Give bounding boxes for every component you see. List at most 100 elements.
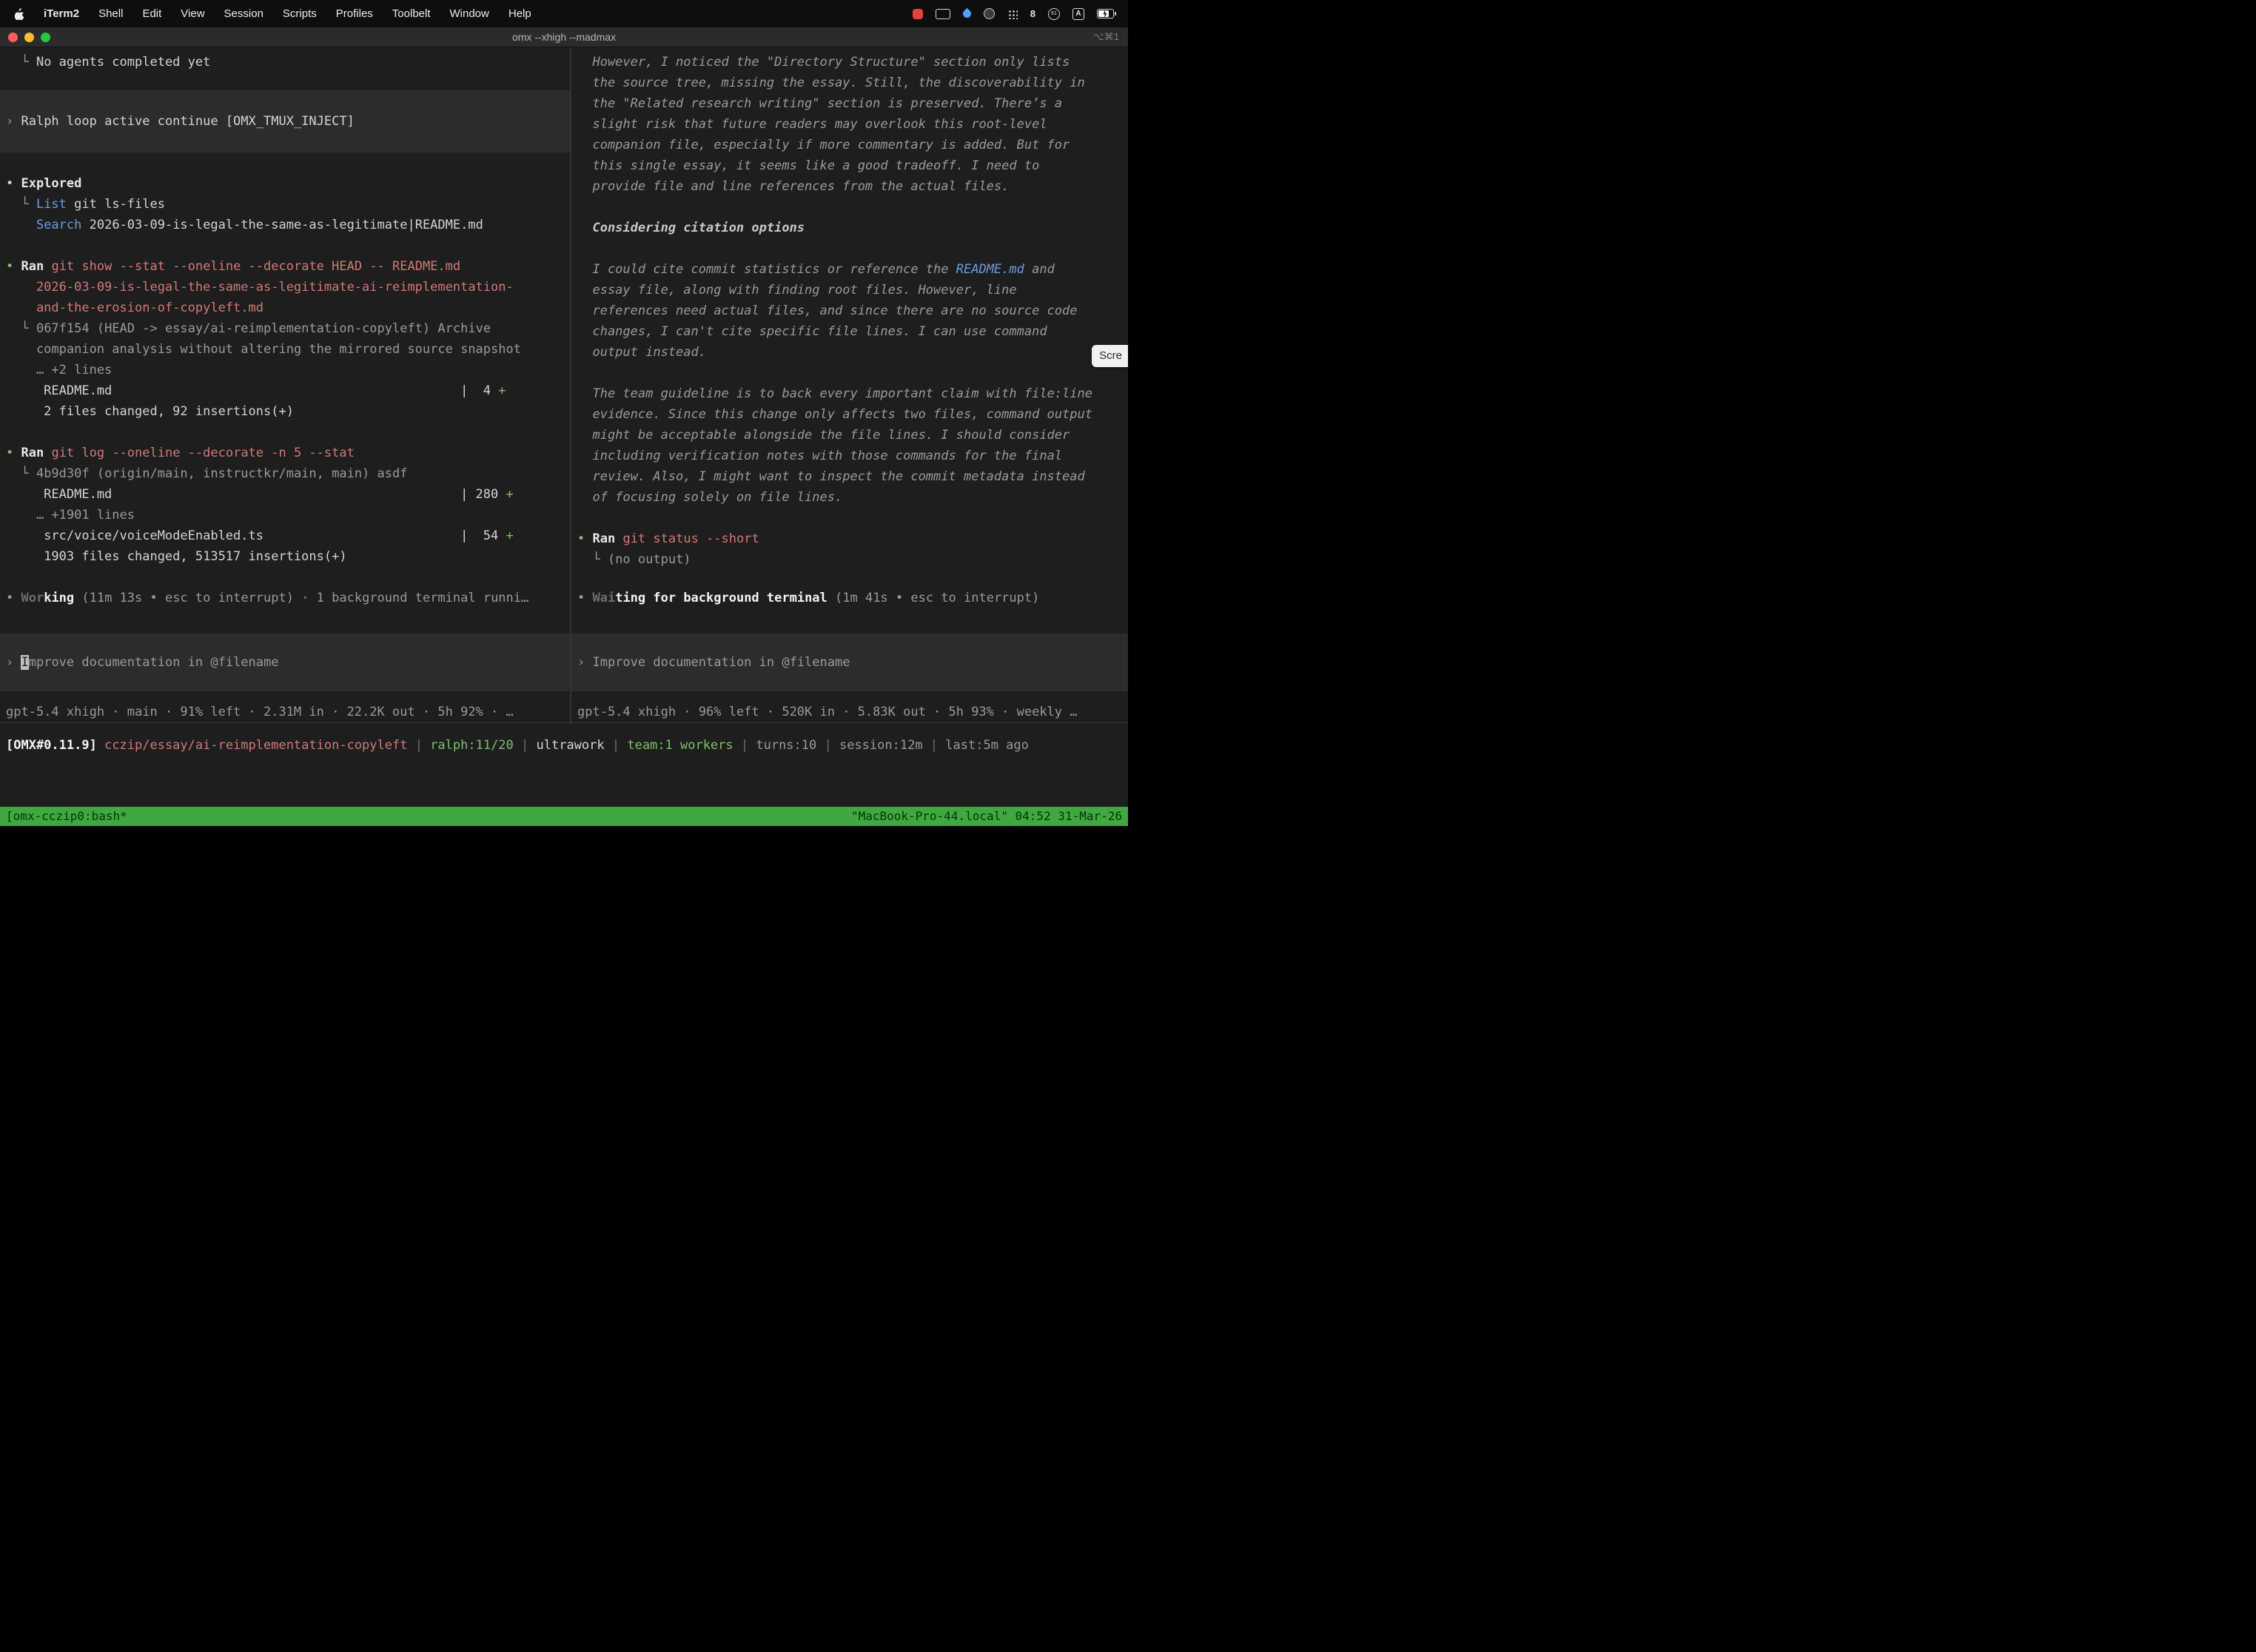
- menu-app-name[interactable]: iTerm2: [44, 7, 79, 20]
- text-span: git ls-files: [67, 197, 165, 212]
- eight-app-icon[interactable]: 8: [1030, 8, 1035, 19]
- drop-glyph: [961, 8, 973, 20]
- apple-menu[interactable]: [15, 8, 24, 20]
- terminal-line: Considering citation options: [577, 218, 1128, 238]
- text-span: |: [733, 738, 756, 753]
- menu-items: Shell Edit View Session Scripts Profiles Toolb…: [98, 7, 531, 20]
- text-span: king: [44, 591, 74, 605]
- text-span: +: [506, 528, 514, 543]
- menu-item-view[interactable]: View: [181, 7, 204, 20]
- menu-item-window[interactable]: Window: [450, 7, 489, 20]
- text-span: README.md: [956, 262, 1024, 277]
- text-span: [615, 531, 622, 546]
- terminal-line: references need actual files, and since …: [577, 300, 1128, 321]
- text-span: I could cite commit statistics or refere…: [577, 262, 956, 277]
- text-span: this single essay, it seems like a good …: [577, 158, 1039, 173]
- prompt-input[interactable]: › Improve documentation in @filename: [0, 634, 570, 691]
- spacer: [6, 152, 570, 173]
- screen-button[interactable]: Scre: [1092, 345, 1128, 367]
- input-source-icon[interactable]: A: [1072, 8, 1084, 20]
- text-span: Considering citation options: [577, 221, 805, 235]
- text-span: companion file, especially if more comme…: [577, 138, 1070, 152]
- menu-bar-status-icons: 8 61 A: [913, 8, 1128, 20]
- terminal-line: the "Related research writing" section i…: [577, 93, 1128, 114]
- text-span: └: [6, 321, 36, 336]
- keyboard-icon[interactable]: [936, 9, 950, 19]
- window-shortcut-badge: ⌥⌘1: [1093, 31, 1119, 43]
- text-span: … +1901 lines: [6, 508, 135, 523]
- menu-item-shell[interactable]: Shell: [98, 7, 123, 20]
- omx-status-line: [OMX#0.11.9] cczip/essay/ai-reimplementa…: [6, 735, 1128, 756]
- text-span: git status --short: [622, 531, 759, 546]
- terminal-line: review. Also, I might want to inspect th…: [577, 466, 1128, 487]
- text-span: |: [816, 738, 839, 753]
- menu-bar: iTerm2 Shell Edit View Session Scripts Profil…: [0, 0, 1128, 27]
- text-span: output instead.: [577, 345, 706, 360]
- menu-item-edit[interactable]: Edit: [142, 7, 161, 20]
- text-span: [44, 259, 51, 274]
- battery-icon[interactable]: [1097, 9, 1116, 19]
- text-span: README.md | 280: [6, 487, 506, 502]
- zoom-button[interactable]: [41, 33, 50, 42]
- text-span: (1m 41s • esc to interrupt): [827, 591, 1040, 605]
- menu-item-toolbelt[interactable]: Toolbelt: [392, 7, 431, 20]
- text-span: … +2 lines: [6, 363, 112, 377]
- terminal-line: changes, I can't cite specific file line…: [577, 321, 1128, 342]
- text-span: ultrawork: [537, 738, 605, 753]
- terminal-line: README.md | 280 +: [6, 484, 570, 505]
- screen-recording-indicator-icon[interactable]: [913, 9, 923, 19]
- terminal-line: └ List git ls-files: [6, 194, 570, 215]
- prompt-input[interactable]: › Improve documentation in @filename: [571, 634, 1128, 691]
- text-span: provide file and line references from th…: [577, 179, 1009, 194]
- terminal-line: … +1901 lines: [6, 505, 570, 526]
- terminal-line: this single essay, it seems like a good …: [577, 155, 1128, 176]
- text-span: gpt-5.4 xhigh · main · 91% left · 2.31M …: [6, 705, 514, 719]
- raindrop-app-icon[interactable]: [963, 10, 971, 18]
- ralph-loop-banner[interactable]: › Ralph loop active continue [OMX_TMUX_I…: [0, 90, 570, 152]
- terminal-line: of focusing solely on file lines.: [577, 487, 1128, 508]
- text-span: ralph:11/20: [430, 738, 514, 753]
- text-span: the source tree, missing the essay. Stil…: [577, 75, 1085, 90]
- text-span: +: [498, 383, 506, 398]
- text-span: └: [6, 55, 36, 70]
- terminal-line: README.md | 4 +: [6, 380, 570, 401]
- dots-glyph: [1007, 9, 1018, 19]
- menu-item-session[interactable]: Session: [224, 7, 263, 20]
- text-cursor: I: [21, 655, 28, 670]
- text-span: Ran: [592, 531, 615, 546]
- menu-item-scripts[interactable]: Scripts: [283, 7, 317, 20]
- battery-cap: [1115, 12, 1116, 16]
- spacer: [6, 73, 570, 90]
- terminal-line: evidence. Since this change only affects…: [577, 404, 1128, 425]
- close-button[interactable]: [8, 33, 18, 42]
- terminal-line: essay file, along with finding root file…: [577, 280, 1128, 300]
- text-span: gpt-5.4 xhigh · 96% left · 520K in · 5.8…: [577, 705, 1078, 719]
- minimize-button[interactable]: [24, 33, 34, 42]
- terminal-line: provide file and line references from th…: [577, 176, 1128, 197]
- text-span: Ran: [21, 446, 44, 460]
- window-title-bar: omx --xhigh --madmax ⌥⌘1: [0, 27, 1128, 47]
- spacer: [6, 608, 570, 634]
- text-span: changes, I can't cite specific file line…: [577, 324, 1047, 339]
- terminal-line: I could cite commit statistics or refere…: [577, 259, 1128, 280]
- terminal-line: • Ran git log --oneline --decorate -n 5 …: [6, 443, 570, 463]
- banner-line: › Ralph loop active continue [OMX_TMUX_I…: [6, 111, 355, 132]
- terminal-line: the source tree, missing the essay. Stil…: [577, 73, 1128, 93]
- text-span: •: [6, 591, 21, 605]
- text-span: The team guideline is to back every impo…: [577, 386, 1092, 401]
- text-span: ›: [577, 655, 592, 670]
- text-span: •: [6, 446, 21, 460]
- text-span: 4b9d30f (origin/main, instructkr/main, m…: [36, 466, 408, 481]
- app-grid-icon[interactable]: [1007, 9, 1018, 19]
- text-span: turns:10: [756, 738, 816, 753]
- terminal-line: src/voice/voiceModeEnabled.ts | 54 +: [6, 526, 570, 546]
- menu-item-help[interactable]: Help: [508, 7, 531, 20]
- dark-app-icon[interactable]: [984, 8, 995, 19]
- spacer: [577, 691, 1128, 702]
- spacer: [577, 238, 1128, 259]
- battery-gauge-icon[interactable]: 61: [1048, 8, 1060, 20]
- text-span: |: [407, 738, 430, 753]
- terminal-pane-right: However, I noticed the "Directory Struct…: [571, 47, 1128, 722]
- menu-item-profiles[interactable]: Profiles: [336, 7, 373, 20]
- text-span: README.md | 4: [6, 383, 498, 398]
